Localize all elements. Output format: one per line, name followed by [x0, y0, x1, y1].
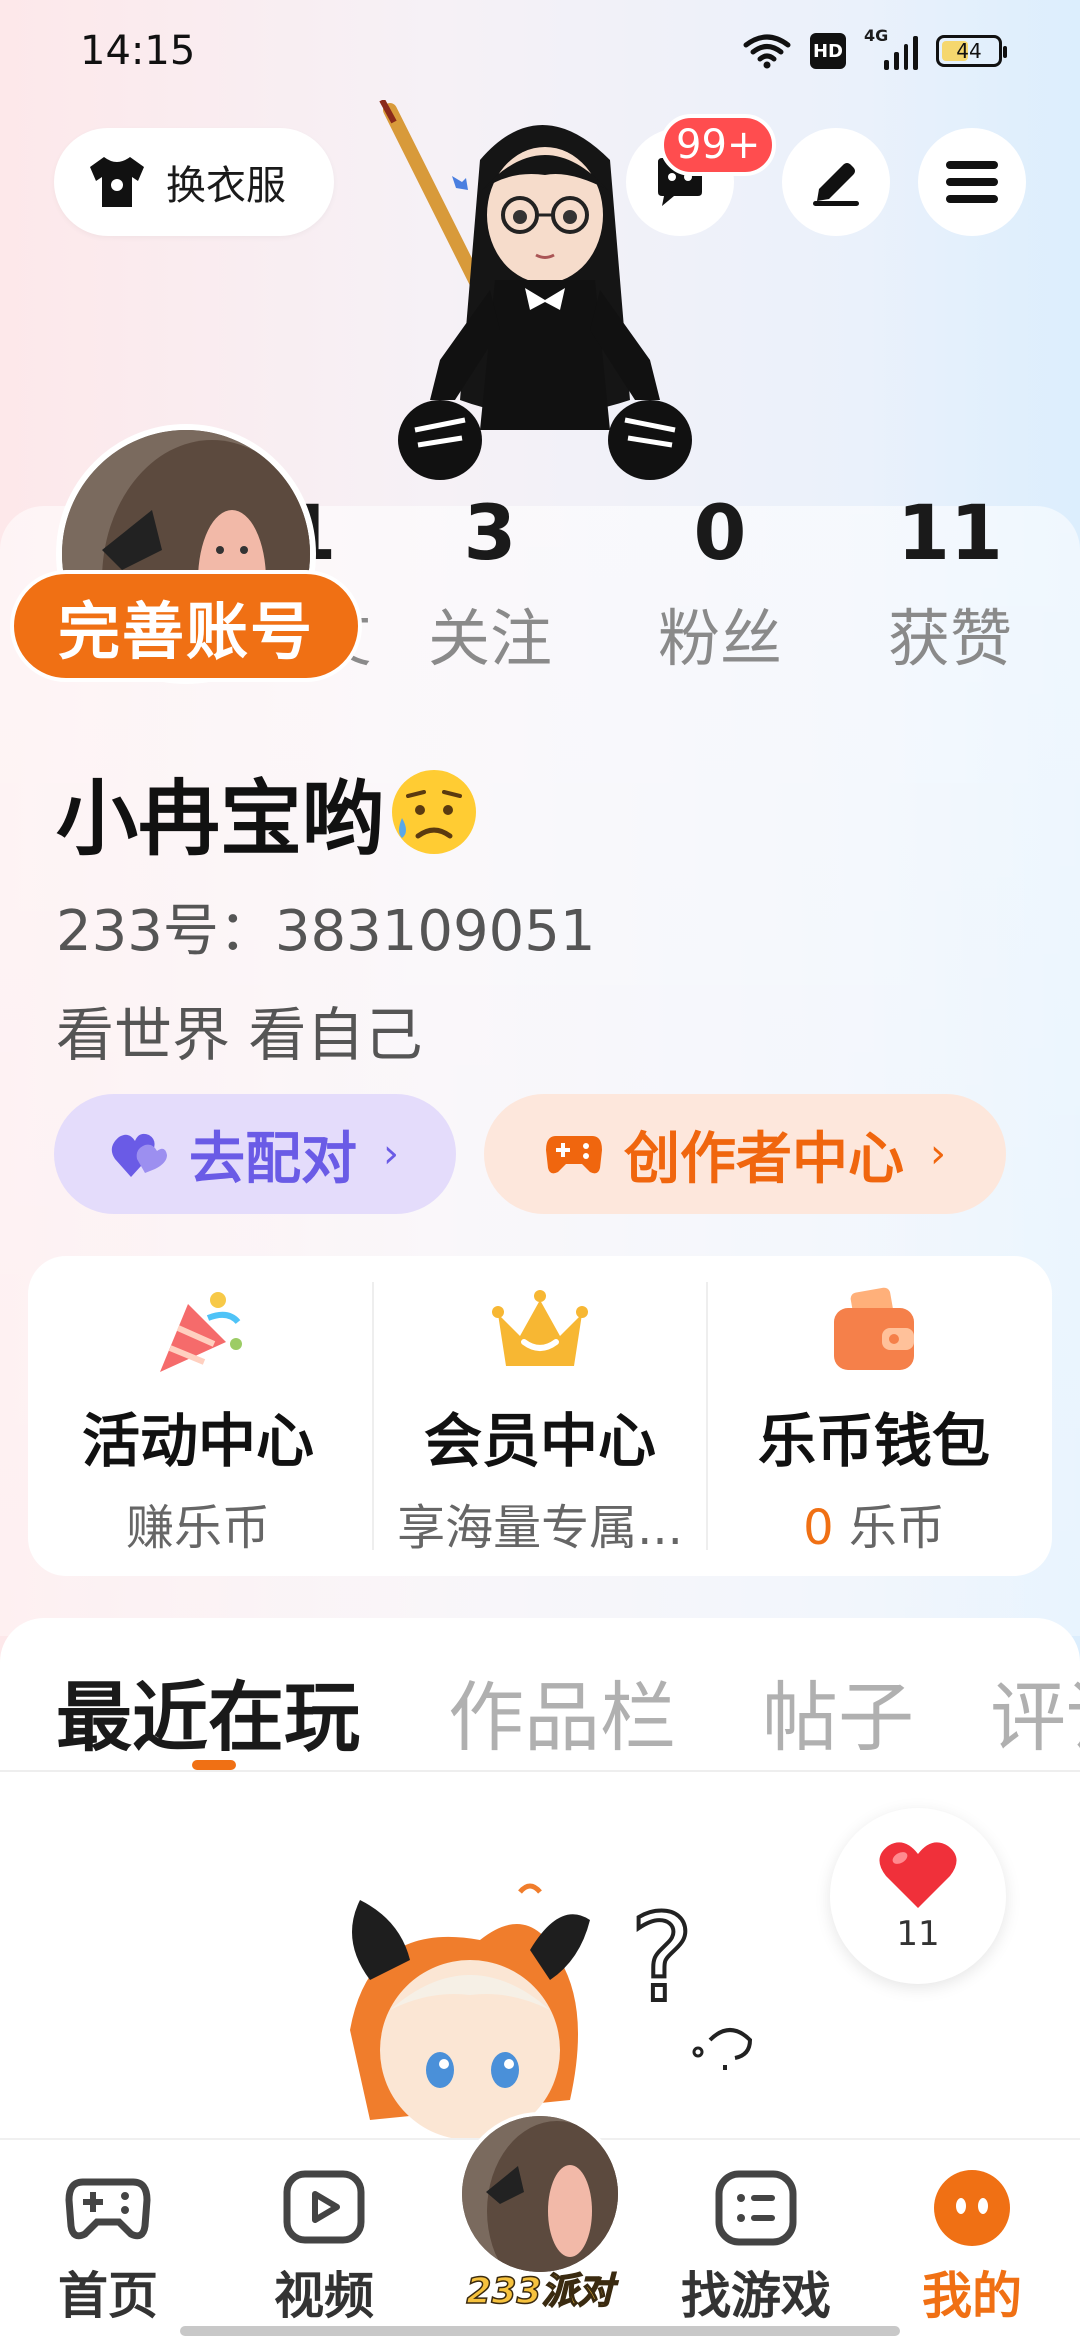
- tabs-divider: [0, 1770, 1080, 1772]
- status-bar: 14:15 HD 4G 44: [0, 0, 1080, 110]
- coin-wallet[interactable]: 乐币钱包 0 乐币: [704, 1256, 1044, 1576]
- list-icon: [715, 2170, 797, 2246]
- heart-icon: [879, 1842, 957, 1908]
- nav-me[interactable]: 我的: [882, 2166, 1062, 2328]
- status-icons: HD 4G 44: [742, 26, 1007, 70]
- feature-card: 活动中心 赚乐币 会员中心 享海量专属... 乐币钱包 0 乐币: [28, 1256, 1052, 1576]
- activity-center-title: 活动中心: [81, 1407, 314, 1475]
- coin-unit: 乐币: [833, 1500, 945, 1556]
- stat-label: 获赞: [887, 602, 1012, 675]
- complete-account-button[interactable]: 完善账号: [10, 570, 362, 682]
- member-center-title: 会员中心: [423, 1407, 656, 1475]
- nav-me-label: 我的: [922, 2267, 1022, 2325]
- nav-home[interactable]: 首页: [18, 2166, 198, 2328]
- nav-party-label[interactable]: 233派对: [452, 2262, 628, 2314]
- hd-icon: HD: [810, 33, 846, 69]
- like-button[interactable]: 11: [830, 1808, 1006, 1984]
- nav-video-label: 视频: [274, 2267, 374, 2325]
- worried-face-emoji-icon: [392, 769, 477, 854]
- status-time: 14:15: [80, 28, 196, 74]
- gamepad-icon: [546, 1136, 602, 1174]
- network-label: 4G: [864, 26, 889, 45]
- signal-icon: 4G: [864, 26, 918, 70]
- nav-find-games[interactable]: 找游戏: [666, 2166, 846, 2328]
- chevron-right-icon: ›: [930, 1131, 946, 1177]
- battery-level: 44: [956, 39, 982, 63]
- tab-posts[interactable]: 帖子: [762, 1656, 914, 1766]
- stat-following[interactable]: 3 关注: [390, 488, 590, 678]
- stat-value: 11: [897, 488, 1003, 577]
- crown-icon: [492, 1290, 588, 1366]
- stat-value: 3: [463, 488, 517, 577]
- face-icon: [934, 2170, 1010, 2246]
- match-label: 去配对: [189, 1126, 357, 1192]
- message-badge: 99+: [660, 114, 777, 176]
- coin-wallet-title: 乐币钱包: [757, 1407, 990, 1475]
- tab-recently-played[interactable]: 最近在玩: [56, 1656, 360, 1766]
- heart-icon: [111, 1133, 167, 1177]
- battery-icon: 44: [936, 35, 1007, 67]
- coin-balance: 0: [803, 1500, 834, 1556]
- play-icon: [283, 2170, 365, 2244]
- tab-works[interactable]: 作品栏: [448, 1656, 676, 1766]
- nav-video[interactable]: 视频: [234, 2166, 414, 2328]
- creator-center-button[interactable]: 创作者中心 ›: [484, 1094, 1006, 1214]
- wifi-icon: [743, 34, 791, 69]
- nickname: 小冉宝哟: [56, 752, 480, 871]
- menu-button[interactable]: [918, 128, 1026, 236]
- nickname-text: 小冉宝哟: [56, 772, 385, 867]
- nav-party-avatar[interactable]: [458, 2112, 622, 2276]
- menu-icon: [946, 161, 998, 203]
- change-outfit-label: 换衣服: [166, 163, 286, 209]
- svg-text:?: ?: [630, 1890, 694, 2029]
- user-id: 233号：383109051: [56, 899, 596, 964]
- tab-indicator: [192, 1760, 236, 1770]
- activity-center-sub: 赚乐币: [125, 1500, 270, 1556]
- stat-followers[interactable]: 0 粉丝: [620, 488, 820, 678]
- change-outfit-button[interactable]: 换衣服: [54, 128, 334, 236]
- stat-value: 0: [693, 488, 747, 577]
- stat-likes[interactable]: 11 获赞: [850, 488, 1050, 678]
- party-popper-icon: [160, 1292, 242, 1372]
- edit-profile-button[interactable]: [782, 128, 890, 236]
- stat-label: 粉丝: [657, 602, 782, 675]
- wallet-icon: [834, 1287, 914, 1370]
- tshirt-icon: [90, 157, 144, 207]
- member-center[interactable]: 会员中心 享海量专属...: [370, 1256, 710, 1576]
- pencil-icon: [813, 163, 859, 206]
- nav-home-label: 首页: [58, 2267, 158, 2325]
- coin-wallet-sub: 0 乐币: [704, 1488, 1044, 1558]
- stat-label: 关注: [427, 602, 552, 675]
- like-count: 11: [896, 1914, 940, 1954]
- nav-find-games-label: 找游戏: [681, 2267, 831, 2325]
- gamepad-icon: [65, 2178, 151, 2240]
- match-button[interactable]: 去配对 ›: [54, 1094, 456, 1214]
- member-center-sub: 享海量专属...: [397, 1500, 683, 1556]
- tab-comments[interactable]: 评论: [990, 1656, 1080, 1766]
- user-bio: 看世界 看自己: [56, 1001, 423, 1069]
- chevron-right-icon: ›: [383, 1131, 399, 1177]
- creator-center-label: 创作者中心: [624, 1126, 904, 1192]
- home-indicator: [180, 2326, 900, 2336]
- activity-center[interactable]: 活动中心 赚乐币: [28, 1256, 368, 1576]
